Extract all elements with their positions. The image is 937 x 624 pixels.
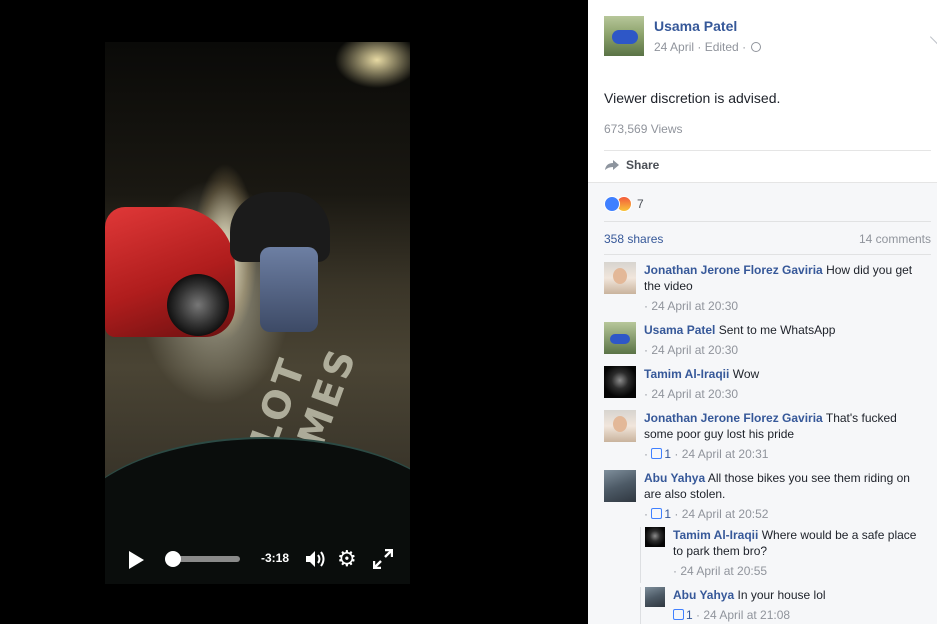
comment-body: Jonathan Jerone Florez Gaviria How did y… (644, 262, 924, 314)
video-pane: SLOT TIMES -3:18 ⚙ (0, 0, 588, 624)
feedback-area: 7 358 shares 14 comments Jonathan Jerone… (588, 182, 937, 624)
video-frame-wheel (167, 274, 229, 336)
divider (604, 150, 931, 151)
avatar[interactable] (604, 410, 636, 442)
comment-timestamp[interactable]: 24 April at 20:30 (651, 387, 738, 401)
avatar[interactable] (604, 262, 636, 294)
reactions-summary[interactable]: 7 (604, 195, 644, 213)
comment-meta: · 24 April at 20:30 (644, 343, 739, 357)
comment-body: Jonathan Jerone Florez Gaviria That's fu… (644, 410, 924, 462)
reply-like-count[interactable]: 1 (686, 608, 693, 622)
shares-link[interactable]: 358 shares (604, 232, 663, 246)
comment-meta: · 24 April at 20:30 (644, 387, 739, 401)
comment-meta: · 1 · 24 April at 20:31 (644, 447, 769, 461)
post-text: Viewer discretion is advised. (604, 90, 781, 106)
avatar[interactable] (645, 587, 665, 607)
thumbs-up-icon (673, 609, 684, 620)
reply-body: Tamim Al-Iraqii Where would be a safe pl… (673, 527, 923, 579)
video-player[interactable]: SLOT TIMES (105, 42, 410, 584)
globe-icon[interactable] (751, 42, 762, 52)
avatar[interactable] (604, 322, 636, 354)
reaction-count: 7 (637, 197, 644, 211)
video-controls: -3:18 ⚙ (105, 538, 410, 584)
chevron-down-icon[interactable] (929, 29, 937, 45)
post-edited-label[interactable]: Edited (705, 40, 739, 54)
comment-meta: · 24 April at 20:30 (644, 299, 739, 313)
fullscreen-icon[interactable] (373, 549, 393, 569)
video-time-remaining: -3:18 (261, 551, 290, 565)
divider (604, 254, 931, 255)
reply-author-link[interactable]: Abu Yahya (673, 588, 734, 602)
comment-timestamp[interactable]: 24 April at 20:30 (651, 299, 738, 313)
reply-author-link[interactable]: Tamim Al-Iraqii (673, 528, 758, 542)
thumbs-up-icon (651, 508, 663, 519)
comment-body: Tamim Al-Iraqii Wow · 24 April at 20:30 (644, 366, 924, 402)
share-button[interactable]: Share (604, 158, 659, 172)
share-arrow-icon (605, 160, 619, 170)
play-icon[interactable] (127, 550, 145, 570)
avatar[interactable] (604, 470, 636, 502)
video-progress-bar[interactable] (164, 551, 240, 567)
view-count: 673,569 Views (604, 122, 683, 136)
reply-timestamp[interactable]: 24 April at 21:08 (703, 608, 790, 622)
comments-count-link[interactable]: 14 comments (859, 232, 931, 246)
reply-body: Abu Yahya In your house lol 1 · 24 April… (673, 587, 923, 623)
share-label: Share (626, 158, 660, 172)
comment-text: Wow (732, 367, 760, 381)
comment-timestamp[interactable]: 24 April at 20:52 (682, 507, 769, 521)
avatar[interactable] (604, 366, 636, 398)
comment-like-count[interactable]: 1 (664, 447, 671, 461)
reply-meta: 1 · 24 April at 21:08 (673, 607, 923, 623)
divider (604, 221, 931, 222)
avatar-bike-image (612, 30, 638, 44)
photo-theater: SLOT TIMES -3:18 ⚙ Usama Patel 24 April … (0, 0, 937, 624)
comment-author-link[interactable]: Jonathan Jerone Florez Gaviria (644, 263, 823, 277)
comment-body: Abu Yahya All those bikes you see them r… (644, 470, 924, 522)
comment-like-count[interactable]: 1 (664, 507, 671, 521)
reply-text: In your house lol (737, 588, 826, 602)
reply-item: Tamim Al-Iraqii Where would be a safe pl… (640, 527, 920, 583)
avatar[interactable] (645, 527, 665, 547)
settings-gear-icon[interactable]: ⚙ (337, 548, 357, 570)
avatar[interactable] (604, 16, 644, 56)
comment-text: Sent to me WhatsApp (718, 323, 836, 337)
post-author-link[interactable]: Usama Patel (654, 18, 737, 34)
comment-timestamp[interactable]: 24 April at 20:30 (651, 343, 738, 357)
reply-item: Abu Yahya In your house lol 1 · 24 April… (640, 587, 920, 624)
post-side-panel: Usama Patel 24 April · Edited · Viewer d… (588, 0, 937, 624)
comment-body: Usama Patel Sent to me WhatsApp · 24 Apr… (644, 322, 924, 358)
like-reaction-icon (604, 196, 620, 212)
comment-author-link[interactable]: Tamim Al-Iraqii (644, 367, 729, 381)
video-progress-knob[interactable] (164, 551, 181, 567)
thumbs-up-icon (651, 448, 663, 459)
post-header: Usama Patel 24 April · Edited · (604, 16, 937, 58)
comment-author-link[interactable]: Usama Patel (644, 323, 715, 337)
post-meta: 24 April · Edited · (654, 40, 762, 54)
volume-icon[interactable] (305, 549, 327, 569)
reply-meta: · 24 April at 20:55 (673, 564, 768, 578)
comment-meta: · 1 · 24 April at 20:52 (644, 507, 769, 521)
comment-author-link[interactable]: Jonathan Jerone Florez Gaviria (644, 411, 823, 425)
reply-timestamp[interactable]: 24 April at 20:55 (680, 564, 767, 578)
comment-author-link[interactable]: Abu Yahya (644, 471, 705, 485)
comment-timestamp[interactable]: 24 April at 20:31 (682, 447, 769, 461)
post-date-link[interactable]: 24 April (654, 40, 694, 54)
